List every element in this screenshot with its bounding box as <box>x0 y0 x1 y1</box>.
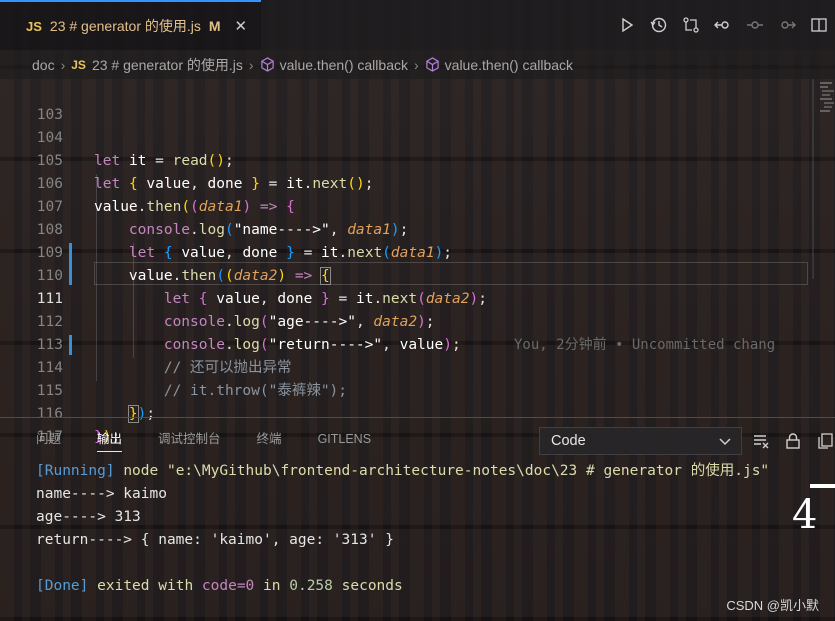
clear-output-icon[interactable] <box>752 432 770 455</box>
modified-indicator: M <box>208 18 221 34</box>
code-line: 109 value.then((data2) => { <box>0 219 808 285</box>
breadcrumb-symbol[interactable]: value.then() callback <box>445 57 573 73</box>
tab-gitlens[interactable]: GITLENS <box>318 418 372 460</box>
editor-toolbar <box>617 0 835 50</box>
overlay-character: 4 <box>792 492 818 538</box>
code-line: 106 value.then((data1) => { <box>0 150 808 215</box>
overlay-bar <box>810 484 835 488</box>
close-icon[interactable]: ✕ <box>235 17 248 35</box>
output-line: age----> 313 <box>36 509 141 525</box>
output-line-running: [Running] node "e:\MyGithub\frontend-arc… <box>36 460 769 483</box>
breadcrumb: doc › JS 23 # generator 的使用.js › value.t… <box>0 50 835 79</box>
running-command: node "e:\MyGithub\frontend-architecture-… <box>123 463 770 479</box>
go-back-icon[interactable] <box>713 15 733 35</box>
code-line: 111 console.log("age---->", data2); You,… <box>0 265 808 353</box>
code-line: 107 console.log("name---->", data1); <box>0 173 808 238</box>
elapsed-time: 0.258 <box>289 578 333 594</box>
done-word: seconds <box>341 578 403 594</box>
editor-tab[interactable]: JS 23 # generator 的使用.js M ✕ <box>0 0 262 50</box>
code-line: 114 // it.throw("泰裤辣"); <box>0 334 808 399</box>
lock-icon[interactable] <box>784 432 802 455</box>
copy-icon[interactable] <box>816 432 834 455</box>
code-line: 116 }); <box>0 380 808 445</box>
chevron-right-icon: › <box>413 56 419 73</box>
run-icon[interactable] <box>617 15 637 35</box>
breadcrumb-symbol[interactable]: value.then() callback <box>280 57 408 73</box>
code-line: 113 // 还可以抛出异常 <box>0 311 808 376</box>
code-line: 103 <box>0 81 808 123</box>
output-line: return----> { name: 'kaimo', age: '313' … <box>36 532 394 548</box>
chevron-right-icon: › <box>60 56 66 73</box>
done-word: with <box>158 578 194 594</box>
code-editor[interactable]: 103 104 let it = read(); 105 let { value… <box>0 79 835 445</box>
history-icon[interactable] <box>649 15 669 35</box>
code-line: 105 let { value, done } = it.next(); <box>0 127 808 192</box>
breadcrumb-folder[interactable]: doc <box>32 57 55 73</box>
code-line: 115 }); <box>0 357 808 423</box>
split-editor-icon[interactable] <box>809 15 829 35</box>
tab-title: 23 # generator 的使用.js <box>49 18 201 34</box>
tab-bar: JS 23 # generator 的使用.js M ✕ <box>0 0 835 50</box>
done-word: exited <box>97 578 150 594</box>
tab-debug-console[interactable]: 调试控制台 <box>158 418 221 460</box>
output-line: name----> kaimo <box>36 486 167 502</box>
method-cube-icon <box>260 57 275 72</box>
code-line: 112 console.log("return---->", value); <box>0 288 808 353</box>
tab-problems[interactable]: 问题 <box>36 418 61 460</box>
code-line: 108 let { value, done } = it.next(data1)… <box>0 196 808 261</box>
tab-output[interactable]: 输出 <box>97 418 123 460</box>
minimap[interactable] <box>808 79 835 279</box>
js-file-icon: JS <box>26 18 42 34</box>
output-channel-value: Code <box>551 433 586 449</box>
js-file-icon: JS <box>71 57 86 72</box>
compare-icon[interactable] <box>681 15 701 35</box>
method-cube-icon <box>425 57 440 72</box>
next-change-icon[interactable] <box>777 15 797 35</box>
previous-change-icon[interactable] <box>745 15 765 35</box>
output-log[interactable]: [Running] node "e:\MyGithub\frontend-arc… <box>36 460 769 598</box>
running-tag: [Running] <box>36 463 115 479</box>
output-blank-line <box>36 552 769 575</box>
output-channel-select[interactable]: Code <box>539 427 742 455</box>
exit-code: code=0 <box>201 578 255 594</box>
panel-toolbar <box>752 432 834 455</box>
chevron-right-icon: › <box>248 56 254 73</box>
code-line: 104 let it = read(); <box>0 104 808 169</box>
code-line: 110 let { value, done } = it.next(data2)… <box>0 242 808 307</box>
tab-terminal[interactable]: 终端 <box>257 418 282 460</box>
output-line-done: [Done] exited with code=0 in 0.258 secon… <box>36 575 769 598</box>
breadcrumb-file[interactable]: 23 # generator 的使用.js <box>92 55 243 75</box>
done-tag: [Done] <box>36 578 89 594</box>
watermark: CSDN @凯小默 <box>726 598 819 613</box>
done-word: in <box>263 578 281 594</box>
chevron-down-icon <box>718 434 732 452</box>
